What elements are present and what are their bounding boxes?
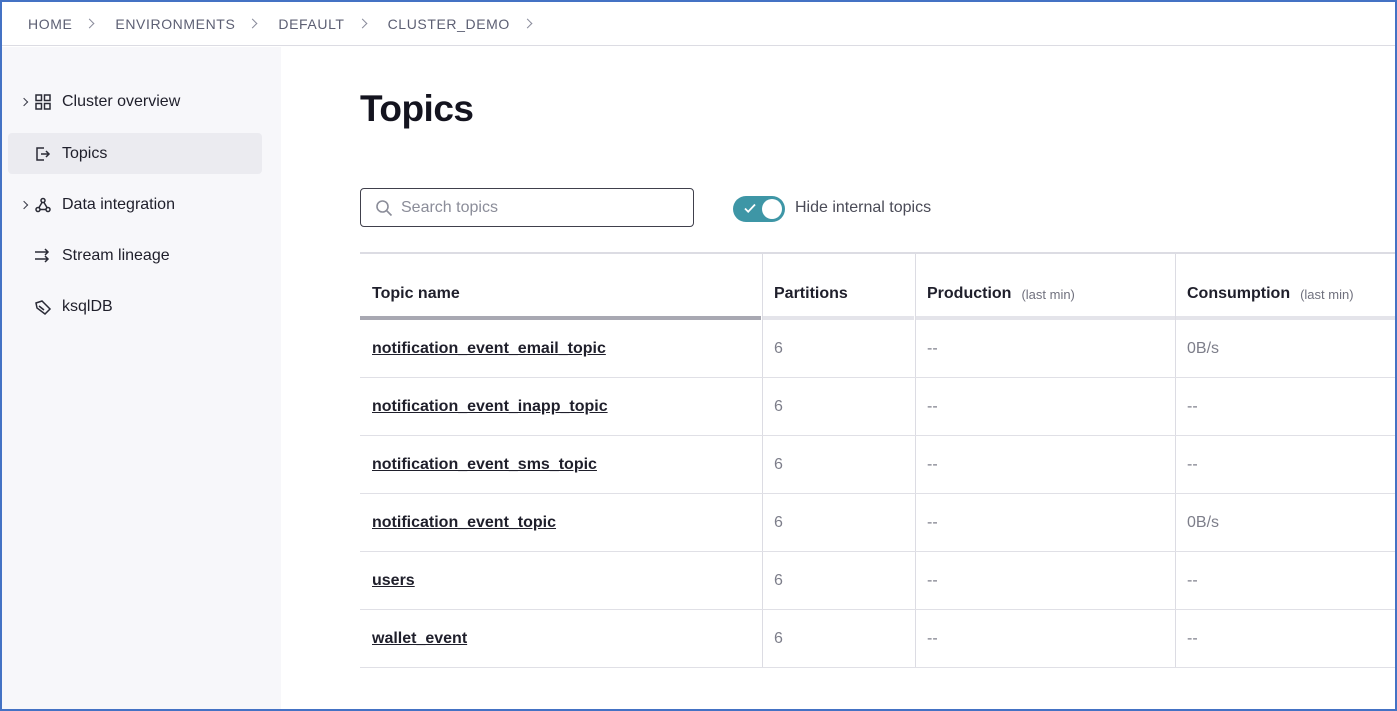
check-icon — [743, 201, 757, 215]
column-title: Consumption — [1187, 285, 1291, 302]
sidebar-item-cluster-overview[interactable]: Cluster overview — [8, 81, 262, 122]
consumption-cell: -- — [1187, 398, 1198, 415]
production-cell: -- — [927, 398, 938, 415]
sidebar: Cluster overview Topics Data integration — [2, 47, 281, 709]
breadcrumb-environments[interactable]: ENVIRONMENTS — [115, 16, 235, 32]
production-cell: -- — [927, 456, 938, 473]
topic-name-cell: notification_event_sms_topic — [360, 436, 761, 494]
consumption-cell: 0B/s — [1187, 514, 1220, 531]
topic-name-cell: users — [360, 552, 761, 610]
sidebar-item-label: Cluster overview — [62, 92, 181, 110]
table-row: users 6 -- -- — [360, 552, 1395, 610]
grid-icon — [34, 93, 52, 111]
topic-name-cell: notification_event_topic — [360, 494, 761, 552]
ksqldb-icon — [34, 298, 52, 316]
topic-name-cell: notification_event_inapp_topic — [360, 378, 761, 436]
stream-lineage-icon — [34, 247, 52, 265]
topic-link[interactable]: notification_event_sms_topic — [372, 456, 597, 474]
toggle-label: Hide internal topics — [795, 199, 932, 216]
partitions-cell: 6 — [774, 572, 783, 589]
consumption-cell: -- — [1187, 456, 1198, 473]
table-row: wallet_event 6 -- -- — [360, 610, 1395, 668]
table-row: notification_event_sms_topic 6 -- -- — [360, 436, 1395, 494]
production-cell: -- — [927, 630, 938, 647]
sidebar-item-label: ksqlDB — [62, 297, 113, 315]
consumption-cell: 0B/s — [1187, 340, 1220, 357]
app-frame: HOME ENVIRONMENTS DEFAULT CLUSTER_DEMO C… — [0, 0, 1397, 711]
chevron-right-icon[interactable] — [19, 200, 29, 209]
partitions-cell: 6 — [774, 630, 783, 647]
sidebar-item-label: Data integration — [62, 195, 175, 213]
topic-link[interactable]: wallet_event — [372, 630, 467, 648]
toggle-knob — [762, 199, 782, 219]
column-header-consumption[interactable]: Consumption (last min) — [1175, 254, 1395, 320]
sidebar-item-ksqldb[interactable]: ksqlDB — [8, 286, 262, 327]
chevron-right-icon — [522, 18, 533, 29]
breadcrumb: HOME ENVIRONMENTS DEFAULT CLUSTER_DEMO — [2, 2, 1395, 46]
topic-link[interactable]: notification_event_inapp_topic — [372, 398, 608, 416]
integration-icon — [34, 196, 52, 214]
column-subtitle: (last min) — [1021, 286, 1075, 302]
search-icon — [375, 199, 393, 217]
topic-link[interactable]: users — [372, 572, 415, 590]
partitions-cell: 6 — [774, 514, 783, 531]
chevron-right-icon — [357, 18, 368, 29]
consumption-cell: -- — [1187, 572, 1198, 589]
topic-name-cell: notification_event_email_topic — [360, 320, 761, 378]
column-header-topic-name[interactable]: Topic name — [360, 254, 761, 320]
consumption-cell: -- — [1187, 630, 1198, 647]
column-subtitle: (last min) — [1300, 286, 1354, 302]
table-row: notification_event_topic 6 -- 0B/s — [360, 494, 1395, 552]
production-cell: -- — [927, 572, 938, 589]
sidebar-item-topics[interactable]: Topics — [8, 133, 262, 174]
table-row: notification_event_inapp_topic 6 -- -- — [360, 378, 1395, 436]
column-title: Production — [927, 285, 1012, 302]
chevron-right-icon — [84, 18, 95, 29]
topics-icon — [34, 145, 52, 163]
production-cell: -- — [927, 340, 938, 357]
sidebar-item-label: Stream lineage — [62, 246, 170, 264]
topic-link[interactable]: notification_event_topic — [372, 514, 556, 532]
chevron-right-icon — [247, 18, 258, 29]
page-title: Topics — [360, 88, 474, 129]
production-cell: -- — [927, 514, 938, 531]
breadcrumb-cluster-demo[interactable]: CLUSTER_DEMO — [388, 16, 510, 32]
search-input[interactable] — [401, 197, 681, 219]
column-title: Partitions — [774, 285, 848, 302]
table-header: Topic name Partitions Production (last m… — [360, 254, 1395, 320]
column-header-production[interactable]: Production (last min) — [915, 254, 1175, 320]
partitions-cell: 6 — [774, 398, 783, 415]
column-header-partitions[interactable]: Partitions — [762, 254, 914, 320]
topic-name-cell: wallet_event — [360, 610, 761, 668]
breadcrumb-default[interactable]: DEFAULT — [278, 16, 344, 32]
partitions-cell: 6 — [774, 456, 783, 473]
sidebar-item-label: Topics — [62, 144, 108, 162]
column-title: Topic name — [372, 285, 460, 302]
partitions-cell: 6 — [774, 340, 783, 357]
chevron-right-icon[interactable] — [19, 97, 29, 106]
table-row: notification_event_email_topic 6 -- 0B/s — [360, 320, 1395, 378]
search-box[interactable] — [360, 188, 694, 227]
sidebar-item-stream-lineage[interactable]: Stream lineage — [8, 235, 262, 276]
topic-link[interactable]: notification_event_email_topic — [372, 340, 606, 358]
breadcrumb-home[interactable]: HOME — [28, 16, 72, 32]
hide-internal-topics-toggle[interactable] — [733, 196, 785, 222]
sidebar-item-data-integration[interactable]: Data integration — [8, 184, 262, 225]
